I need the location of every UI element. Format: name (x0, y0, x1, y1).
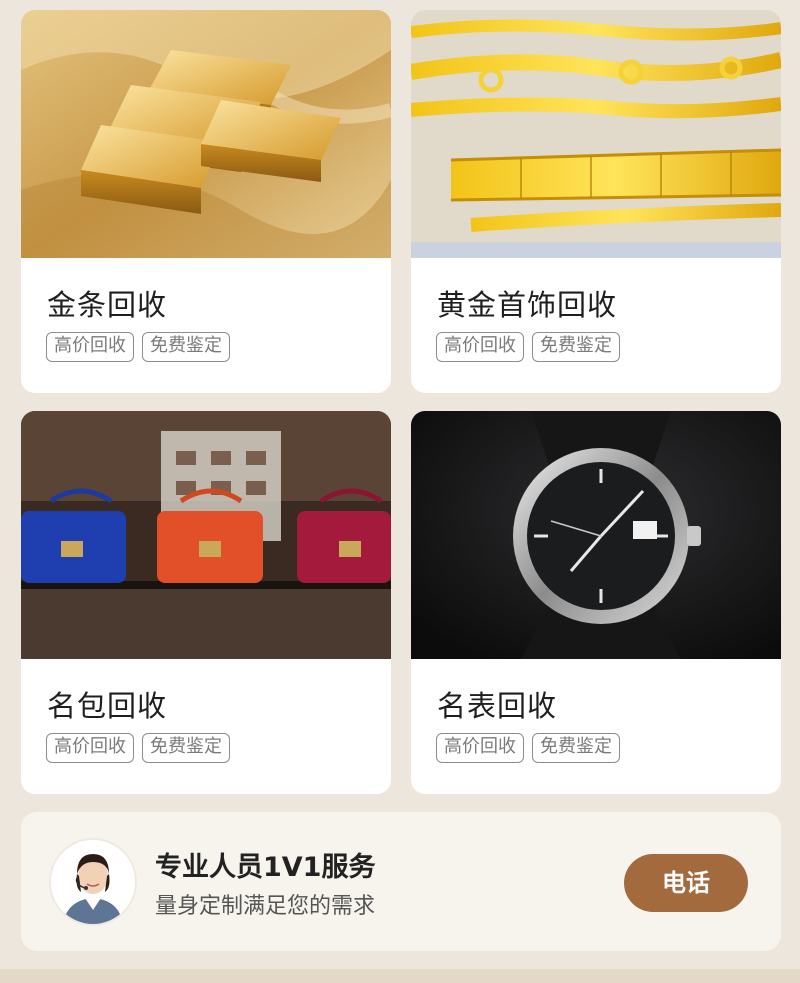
category-card-gold-jewelry[interactable]: 黄金首饰回收 高价回收 免费鉴定 (411, 10, 781, 393)
tag-free-appraisal: 免费鉴定 (532, 332, 620, 362)
service-title: 专业人员1V1服务 (155, 852, 376, 883)
category-title: 名包回收 (47, 689, 168, 723)
category-title: 黄金首饰回收 (437, 288, 618, 322)
service-banner: 专业人员1V1服务 量身定制满足您的需求 电话 (21, 812, 781, 951)
category-grid: 金条回收 高价回收 免费鉴定 黄金首饰回收 高价回收 免费鉴定 名包回收 高价回… (21, 10, 781, 794)
tag-high-price: 高价回收 (46, 733, 134, 763)
category-title: 金条回收 (47, 288, 168, 322)
category-card-gold-bars[interactable]: 金条回收 高价回收 免费鉴定 (21, 10, 391, 393)
watch-image (411, 411, 781, 659)
category-title: 名表回收 (437, 689, 558, 723)
tag-list: 高价回收 免费鉴定 (46, 332, 230, 362)
call-button[interactable]: 电话 (624, 854, 748, 912)
tag-free-appraisal: 免费鉴定 (142, 733, 230, 763)
tag-list: 高价回收 免费鉴定 (46, 733, 230, 763)
gold-bars-image (21, 10, 391, 258)
agent-avatar (51, 840, 135, 924)
service-subtitle: 量身定制满足您的需求 (155, 894, 376, 919)
category-card-watch[interactable]: 名表回收 高价回收 免费鉴定 (411, 411, 781, 794)
handbags-image (21, 411, 391, 659)
bottom-divider (0, 969, 800, 983)
tag-list: 高价回收 免费鉴定 (436, 733, 620, 763)
gold-jewelry-image (411, 10, 781, 258)
tag-free-appraisal: 免费鉴定 (532, 733, 620, 763)
tag-high-price: 高价回收 (436, 332, 524, 362)
tag-high-price: 高价回收 (46, 332, 134, 362)
category-card-handbags[interactable]: 名包回收 高价回收 免费鉴定 (21, 411, 391, 794)
tag-free-appraisal: 免费鉴定 (142, 332, 230, 362)
tag-list: 高价回收 免费鉴定 (436, 332, 620, 362)
tag-high-price: 高价回收 (436, 733, 524, 763)
